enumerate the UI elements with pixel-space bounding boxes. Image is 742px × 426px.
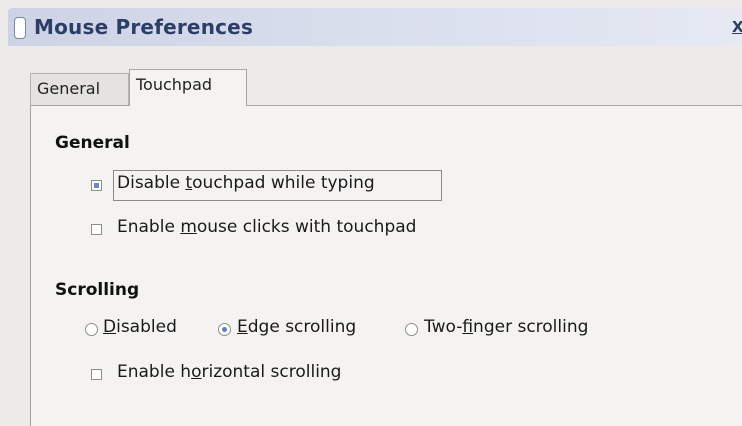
edge-scrolling-label[interactable]: Edge scrolling (237, 317, 356, 337)
window-title: Mouse Preferences (34, 15, 254, 39)
touchpad-panel: General Disable touchpad while typing En… (30, 105, 742, 426)
close-button[interactable]: X (732, 18, 742, 36)
window-icon (14, 17, 26, 39)
tab-general[interactable]: General (30, 73, 129, 105)
horizontal-scrolling-label[interactable]: Enable horizontal scrolling (117, 362, 341, 382)
disable-touchpad-checkbox[interactable] (91, 180, 102, 191)
two-finger-radio[interactable] (405, 323, 418, 336)
mouse-clicks-label[interactable]: Enable mouse clicks with touchpad (117, 217, 416, 237)
disabled-radio-label[interactable]: Disabled (103, 317, 177, 337)
tab-touchpad[interactable]: Touchpad (129, 69, 247, 106)
horizontal-scrolling-checkbox[interactable] (91, 369, 102, 380)
general-section-title: General (55, 133, 130, 153)
scrolling-section-title: Scrolling (55, 280, 140, 300)
title-bar[interactable]: Mouse Preferences X (8, 8, 742, 46)
edge-scrolling-radio[interactable] (218, 323, 231, 336)
mouse-clicks-checkbox[interactable] (91, 224, 102, 235)
disabled-radio[interactable] (85, 323, 98, 336)
disable-touchpad-label[interactable]: Disable touchpad while typing (117, 173, 375, 193)
two-finger-label[interactable]: Two-finger scrolling (424, 317, 588, 337)
